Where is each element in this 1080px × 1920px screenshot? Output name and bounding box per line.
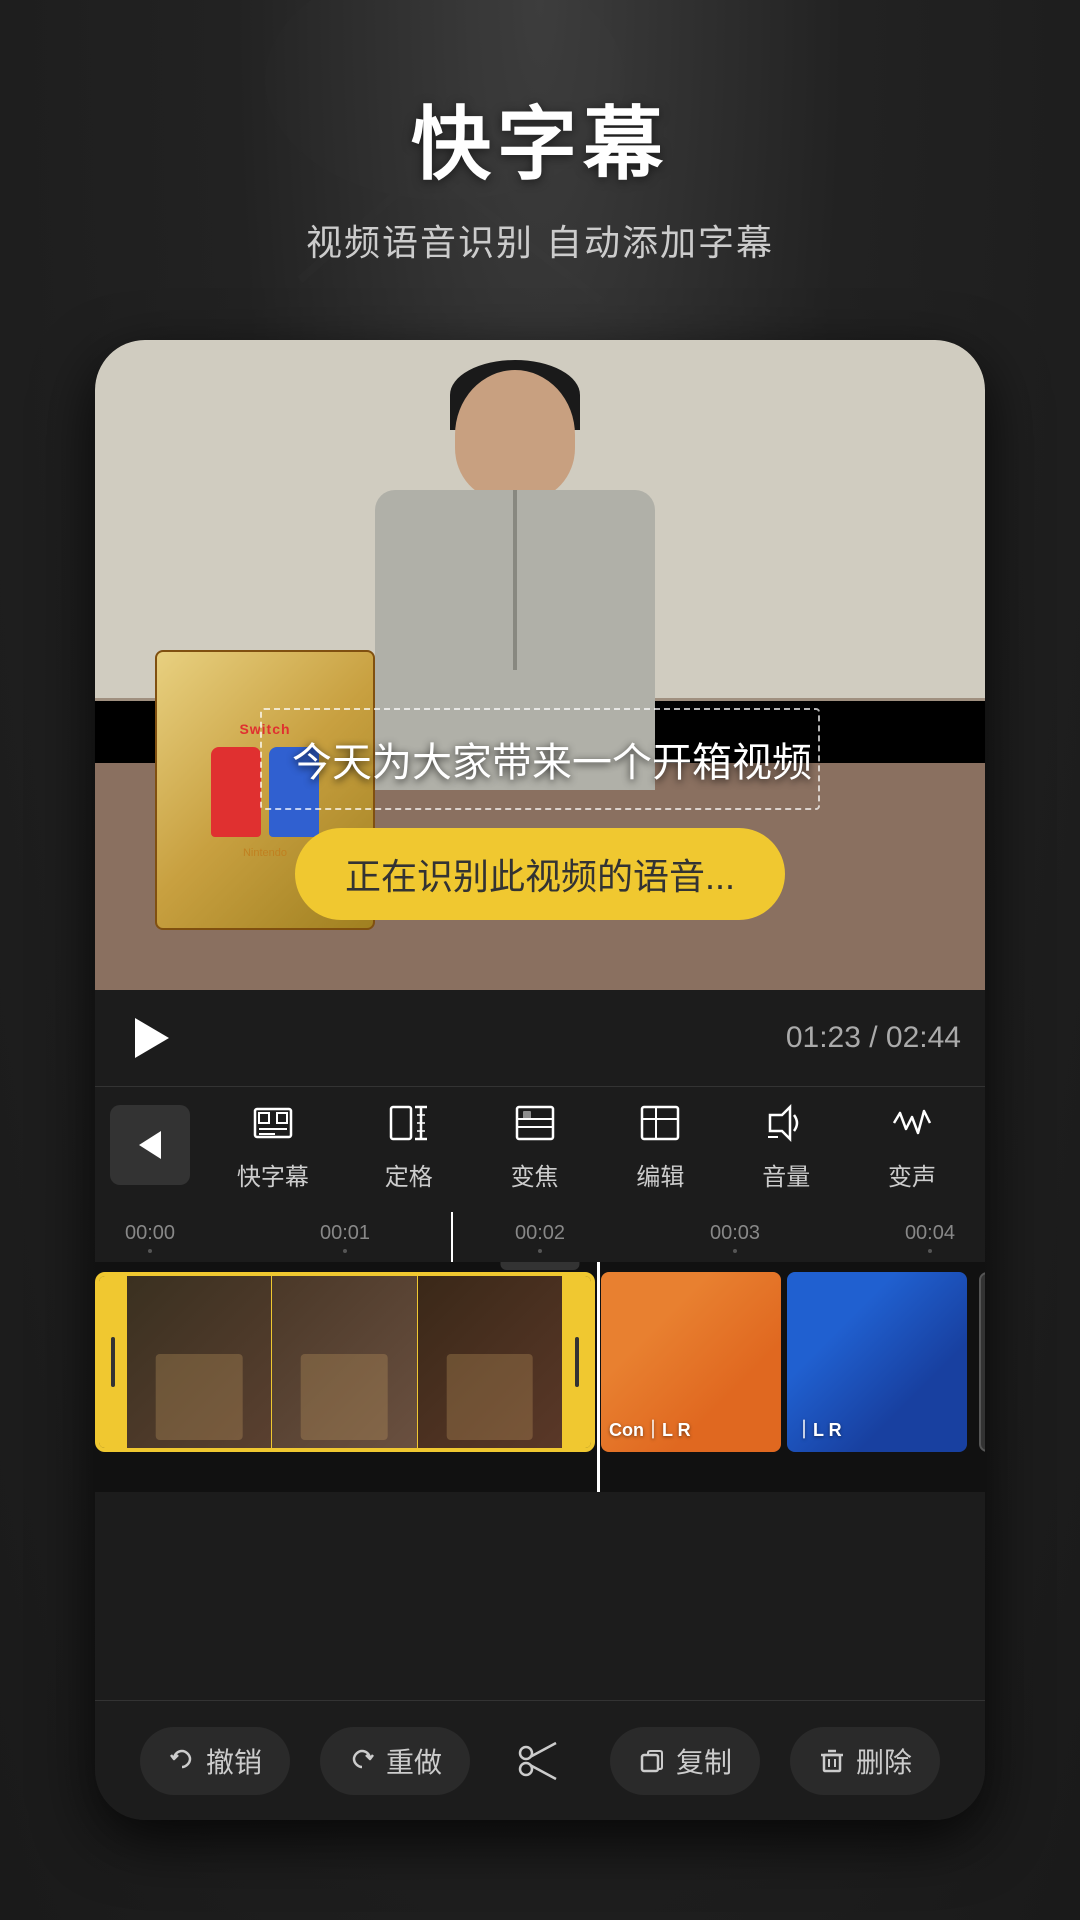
redo-icon (348, 1747, 376, 1775)
clip-handle-right[interactable] (563, 1276, 591, 1448)
clip-frame-2 (272, 1276, 417, 1448)
ruler-mark-4: 00:04 (905, 1222, 955, 1253)
ruler-dot-1 (343, 1249, 347, 1253)
toolbar-item-edit[interactable]: 编辑 (634, 1097, 686, 1192)
timeline-inner: 01:20 (95, 1272, 985, 1452)
play-button[interactable] (119, 1008, 179, 1068)
toolbar-item-volume[interactable]: 音量 (760, 1097, 812, 1192)
copy-icon (638, 1747, 666, 1775)
toolbar-item-voice[interactable]: 变声 (886, 1097, 938, 1192)
delete-label: 删除 (856, 1741, 912, 1781)
toolbar-item-freeze[interactable]: 定格 (383, 1097, 435, 1192)
header-section: 快字幕 视频语音识别 自动添加字幕 (0, 80, 1080, 266)
toolbar-item-subtitles[interactable]: 快字幕 (237, 1097, 309, 1192)
voice-icon (886, 1097, 938, 1149)
volume-label: 音量 (762, 1157, 810, 1192)
timeline-ruler: 00:00 00:01 00:02 00:03 00:04 (95, 1212, 985, 1262)
clip-frames (127, 1276, 563, 1448)
frame-content-2 (301, 1354, 388, 1440)
delete-icon (818, 1747, 846, 1775)
processing-text: 正在识别此视频的语音... (345, 856, 735, 897)
toolbar: 快字幕 定格 (95, 1086, 985, 1212)
cut-button[interactable] (500, 1733, 580, 1789)
time-display: 01:23 / 02:44 (786, 1021, 961, 1055)
zoom-label: 变焦 (511, 1157, 559, 1192)
processing-badge: 正在识别此视频的语音... (295, 828, 785, 920)
ruler-mark-2: 00:02 (515, 1222, 565, 1253)
toolbar-items: 快字幕 定格 (190, 1097, 985, 1192)
handle-bar-right (575, 1337, 579, 1387)
subtitle-box[interactable]: 今天为大家带来一个开箱视频 (260, 708, 820, 810)
ruler-mark-3: 00:03 (710, 1222, 760, 1253)
clip-text-2: ｜L R (795, 1416, 959, 1442)
subtitles-icon (247, 1097, 299, 1149)
back-button[interactable] (110, 1105, 190, 1185)
back-chevron-icon (139, 1131, 161, 1159)
clip-unselected-1[interactable]: Con｜L R (601, 1272, 781, 1452)
voice-label: 变声 (888, 1157, 936, 1192)
clip-timestamp: 01:20 (500, 1262, 579, 1270)
clip-frame-1 (127, 1276, 272, 1448)
add-clip-button[interactable]: + (979, 1272, 985, 1452)
undo-button[interactable]: 撤销 (140, 1727, 290, 1795)
zoom-icon (509, 1097, 561, 1149)
subtitle-text: 今天为大家带来一个开箱视频 (292, 741, 812, 785)
ruler-text-3: 00:03 (710, 1222, 760, 1245)
toolbar-item-zoom[interactable]: 变焦 (509, 1097, 561, 1192)
edit-icon (634, 1097, 686, 1149)
ruler-text-4: 00:04 (905, 1222, 955, 1245)
page-subtitle: 视频语音识别 自动添加字幕 (0, 214, 1080, 266)
volume-icon (760, 1097, 812, 1149)
frame-content-3 (447, 1354, 534, 1440)
page-title: 快字幕 (0, 80, 1080, 196)
ruler-marks: 00:00 00:01 00:02 00:03 00:04 (125, 1222, 955, 1253)
clip-unselected-2[interactable]: ｜L R (787, 1272, 967, 1452)
ruler-text-1: 00:01 (320, 1222, 370, 1245)
delete-button[interactable]: 删除 (790, 1727, 940, 1795)
ruler-dot-4 (928, 1249, 932, 1253)
clip-frame-3 (418, 1276, 563, 1448)
clips-remaining: Con｜L R ｜L R + (601, 1272, 985, 1452)
ruler-dot-0 (148, 1249, 152, 1253)
playback-controls: 01:23 / 02:44 (95, 990, 985, 1086)
scissors-icon (512, 1733, 568, 1789)
ruler-cursor (451, 1212, 453, 1262)
ruler-dot-3 (733, 1249, 737, 1253)
clip-text-1: Con｜L R (609, 1416, 773, 1442)
redo-button[interactable]: 重做 (320, 1727, 470, 1795)
timeline-strip[interactable]: 01:20 (95, 1262, 985, 1492)
handle-bar-left (111, 1337, 115, 1387)
frame-content-1 (156, 1354, 243, 1440)
copy-label: 复制 (676, 1741, 732, 1781)
hoodie-zip (513, 490, 517, 670)
ruler-mark-0: 00:00 (125, 1222, 175, 1253)
subtitles-label: 快字幕 (237, 1157, 309, 1192)
freeze-icon (383, 1097, 435, 1149)
ruler-dot-2 (538, 1249, 542, 1253)
redo-label: 重做 (386, 1741, 442, 1781)
undo-label: 撤销 (206, 1741, 262, 1781)
ruler-mark-1: 00:01 (320, 1222, 370, 1253)
person-head (455, 370, 575, 500)
video-preview: Switch Nintendo 今天为大家带来一个开箱视频 正在识别此视频的语音… (95, 340, 985, 990)
selected-clip[interactable] (95, 1272, 595, 1452)
freeze-label: 定格 (385, 1157, 433, 1192)
playhead-cursor (597, 1262, 600, 1492)
phone-mockup: Switch Nintendo 今天为大家带来一个开箱视频 正在识别此视频的语音… (95, 340, 985, 1820)
switch-sublabel: Nintendo (243, 847, 287, 859)
ruler-text-0: 00:00 (125, 1222, 175, 1245)
copy-button[interactable]: 复制 (610, 1727, 760, 1795)
undo-icon (168, 1747, 196, 1775)
edit-label: 编辑 (636, 1157, 684, 1192)
bottom-action-bar: 撤销 重做 复制 (95, 1700, 985, 1820)
ruler-text-2: 00:02 (515, 1222, 565, 1245)
clip-handle-left[interactable] (99, 1276, 127, 1448)
joycon-red (211, 747, 261, 837)
play-icon (135, 1018, 169, 1058)
